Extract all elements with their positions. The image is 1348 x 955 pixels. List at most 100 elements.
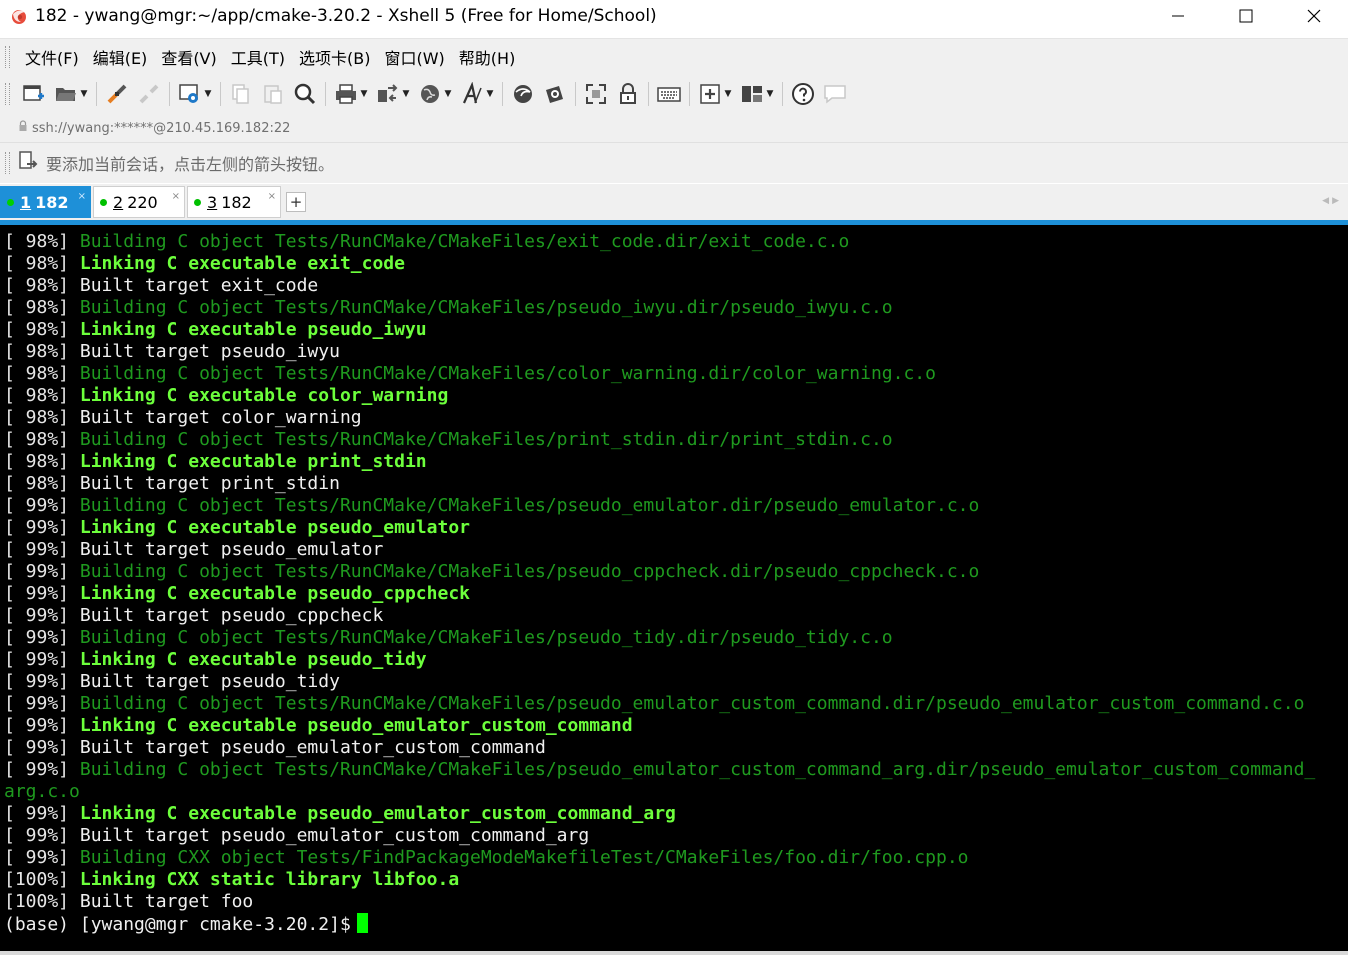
- reconnect-button[interactable]: [104, 80, 130, 108]
- keyboard-icon: [656, 81, 682, 107]
- status-dot-icon: [100, 198, 107, 206]
- menu-tabs[interactable]: 选项卡(B): [292, 45, 377, 69]
- status-dot-icon: [7, 198, 14, 206]
- open-session-button[interactable]: ▼: [53, 80, 89, 108]
- open-dropdown-icon[interactable]: ▼: [79, 89, 89, 99]
- globe-icon: [417, 81, 443, 107]
- progress-prefix: [ 99%]: [4, 693, 80, 714]
- print-dropdown-icon[interactable]: ▼: [359, 89, 369, 99]
- terminal-line: [ 98%] Linking C executable exit_code: [4, 253, 1315, 275]
- terminal-line: arg.c.o: [4, 781, 1315, 803]
- disconnect-button[interactable]: [136, 80, 162, 108]
- terminal-line: [ 99%] Linking C executable pseudo_tidy: [4, 649, 1315, 671]
- line-text: Linking C executable pseudo_tidy: [79, 649, 427, 670]
- menu-view[interactable]: 查看(V): [154, 45, 223, 69]
- globe-button[interactable]: ▼: [417, 80, 453, 108]
- tab-close-icon[interactable]: ×: [172, 191, 180, 202]
- terminal-line: [ 99%] Building C object Tests/RunCMake/…: [4, 759, 1315, 781]
- transfer-dropdown-icon[interactable]: ▼: [401, 89, 411, 99]
- text-cursor: [356, 913, 368, 933]
- copy-button[interactable]: [228, 80, 254, 108]
- prompt-line[interactable]: (base) [ywang@mgr cmake-3.20.2]$: [4, 913, 1315, 935]
- menu-edit[interactable]: 编辑(E): [86, 45, 155, 69]
- progress-prefix: [ 99%]: [4, 759, 80, 780]
- toolbar-separator: [169, 82, 170, 106]
- font-dropdown-icon[interactable]: ▼: [485, 89, 495, 99]
- terminal-line: [ 98%] Linking C executable print_stdin: [4, 451, 1315, 473]
- minimize-button[interactable]: [1144, 0, 1212, 32]
- menu-tools[interactable]: 工具(T): [224, 45, 292, 69]
- lock-button[interactable]: [615, 80, 641, 108]
- close-button[interactable]: [1280, 0, 1348, 32]
- terminal-line: [ 99%] Building C object Tests/RunCMake/…: [4, 693, 1315, 715]
- terminal-screen[interactable]: [ 98%] Building C object Tests/RunCMake/…: [0, 225, 1348, 951]
- chat-button[interactable]: [822, 80, 848, 108]
- disconnect-icon: [136, 81, 162, 107]
- tab-session-3[interactable]: 3 182 ×: [187, 186, 281, 218]
- address-text[interactable]: ssh://ywang:******@210.45.169.182:22: [32, 121, 290, 136]
- new-session-button[interactable]: [21, 80, 47, 108]
- terminal-output: [ 98%] Building C object Tests/RunCMake/…: [4, 231, 1315, 935]
- progress-prefix: [ 99%]: [4, 627, 80, 648]
- toolbar-grip[interactable]: [5, 83, 10, 105]
- progress-prefix: [ 98%]: [4, 275, 80, 296]
- terminal-line: [ 98%] Built target color_warning: [4, 407, 1315, 429]
- line-text: Built target pseudo_tidy: [79, 671, 340, 692]
- globe-dropdown-icon[interactable]: ▼: [443, 89, 453, 99]
- chat-icon: [822, 81, 848, 107]
- tab-close-icon[interactable]: ×: [78, 191, 86, 202]
- add-pane-dropdown-icon[interactable]: ▼: [723, 89, 733, 99]
- transfer-button[interactable]: ▼: [375, 80, 411, 108]
- line-text: Building C object Tests/RunCMake/CMakeFi…: [79, 231, 850, 252]
- window-controls: [1144, 0, 1348, 32]
- fullscreen-button[interactable]: [583, 80, 609, 108]
- add-pane-button[interactable]: ▼: [697, 80, 733, 108]
- layout-dropdown-icon[interactable]: ▼: [765, 89, 775, 99]
- menu-help[interactable]: 帮助(H): [452, 45, 523, 69]
- help-icon: [790, 81, 816, 107]
- progress-prefix: [ 99%]: [4, 605, 80, 626]
- toolbar: ▼ ▼ ▼ ▼ ▼ ▼ ▼ ▼: [0, 74, 1348, 114]
- tab-scroll-arrows-icon[interactable]: ◀▶: [1322, 196, 1342, 206]
- status-strip: [0, 951, 1348, 955]
- toolbar-separator: [502, 82, 503, 106]
- layout-button[interactable]: ▼: [739, 80, 775, 108]
- menu-file[interactable]: 文件(F): [18, 45, 86, 69]
- transfer-icon: [375, 81, 401, 107]
- tab-close-icon[interactable]: ×: [268, 191, 276, 202]
- find-button[interactable]: [292, 80, 318, 108]
- menu-window[interactable]: 窗口(W): [377, 45, 451, 69]
- line-text: Building C object Tests/RunCMake/CMakeFi…: [79, 759, 1316, 780]
- xftp-icon: [510, 81, 536, 107]
- print-button[interactable]: ▼: [333, 80, 369, 108]
- terminal-line: [100%] Built target foo: [4, 891, 1315, 913]
- xmanager-button[interactable]: [542, 80, 568, 108]
- hintbar-grip[interactable]: [5, 152, 10, 174]
- terminal-line: [ 99%] Linking C executable pseudo_emula…: [4, 803, 1315, 825]
- progress-prefix: [ 98%]: [4, 231, 80, 252]
- terminal-line: [ 99%] Linking C executable pseudo_cppch…: [4, 583, 1315, 605]
- xftp-button[interactable]: [510, 80, 536, 108]
- tab-session-2[interactable]: 2 220 ×: [93, 186, 185, 218]
- maximize-button[interactable]: [1212, 0, 1280, 32]
- help-button[interactable]: [790, 80, 816, 108]
- add-session-arrow-icon[interactable]: [18, 150, 40, 176]
- properties-icon: [177, 81, 203, 107]
- print-icon: [333, 81, 359, 107]
- menu-grip[interactable]: [5, 46, 10, 68]
- menu-bar: 文件(F) 编辑(E) 查看(V) 工具(T) 选项卡(B) 窗口(W) 帮助(…: [0, 38, 1348, 75]
- progress-prefix: [ 99%]: [4, 649, 80, 670]
- progress-prefix: [ 99%]: [4, 561, 80, 582]
- tab-session-1[interactable]: 1 182 ×: [0, 186, 91, 218]
- progress-prefix: [ 98%]: [4, 253, 80, 274]
- progress-prefix: [ 98%]: [4, 407, 80, 428]
- add-tab-button[interactable]: +: [286, 192, 306, 212]
- font-button[interactable]: ▼: [459, 80, 495, 108]
- terminal-line: [ 99%] Built target pseudo_emulator_cust…: [4, 825, 1315, 847]
- properties-dropdown-icon[interactable]: ▼: [203, 89, 213, 99]
- properties-button[interactable]: ▼: [177, 80, 213, 108]
- keyboard-button[interactable]: [656, 80, 682, 108]
- line-text: Linking C executable pseudo_iwyu: [79, 319, 427, 340]
- paste-button[interactable]: [260, 80, 286, 108]
- terminal-line: [ 98%] Building C object Tests/RunCMake/…: [4, 363, 1315, 385]
